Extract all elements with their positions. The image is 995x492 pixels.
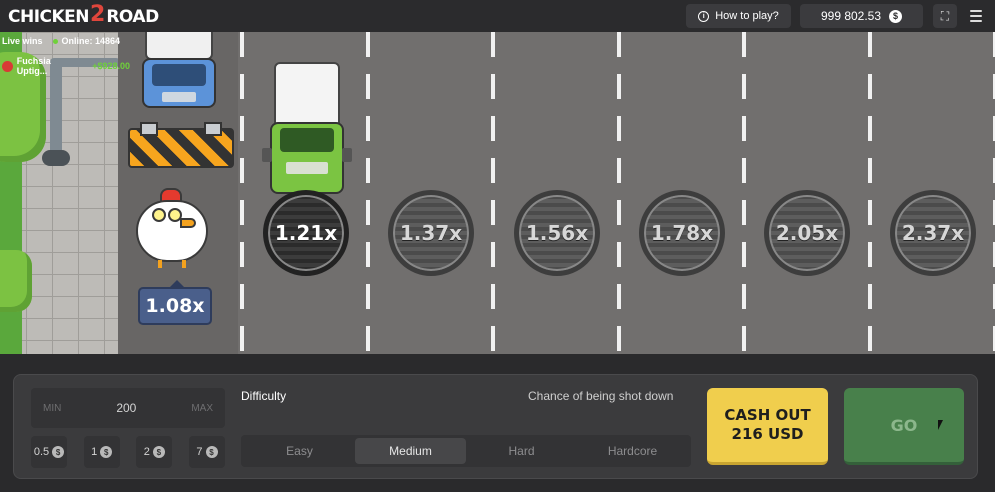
fullscreen-button[interactable]: ⛶ bbox=[933, 4, 957, 28]
logo-word-chicken: CHICKEN bbox=[8, 7, 90, 27]
step-multiplier: 1.78x bbox=[650, 221, 714, 245]
bet-value[interactable]: 200 bbox=[116, 401, 136, 415]
step-multiplier: 1.37x bbox=[399, 221, 463, 245]
game-app: CHICKEN 2 ROAD i How to play? 999 802.53… bbox=[0, 0, 995, 492]
quick-bet-chips: 0.5 $ 1 $ 2 $ 7 $ bbox=[31, 436, 225, 468]
fullscreen-icon: ⛶ bbox=[940, 8, 950, 23]
how-to-play-button[interactable]: i How to play? bbox=[686, 4, 791, 28]
logo-word-road: ROAD bbox=[106, 7, 159, 27]
latest-win-player: Fuchsia Uptig... bbox=[16, 56, 51, 76]
road-barrier-icon bbox=[128, 122, 234, 168]
manhole-step[interactable]: 1.78x bbox=[639, 190, 725, 276]
chicken-player-icon bbox=[134, 186, 212, 270]
manhole-step[interactable]: 1.21x bbox=[263, 190, 349, 276]
live-wins-label: Live wins bbox=[2, 36, 43, 46]
difficulty-hard[interactable]: Hard bbox=[466, 438, 577, 464]
lane-divider bbox=[366, 32, 370, 354]
game-logo: CHICKEN 2 ROAD bbox=[8, 1, 159, 29]
chance-label: Chance of being shot down bbox=[528, 389, 674, 403]
hamburger-menu-button[interactable] bbox=[966, 6, 986, 26]
menu-icon-bar bbox=[970, 10, 982, 12]
info-icon: i bbox=[698, 10, 710, 22]
latest-win-amount: +$928.00 bbox=[92, 61, 130, 71]
green-truck-icon bbox=[262, 62, 352, 204]
quick-bet-chip[interactable]: 7 $ bbox=[188, 436, 225, 468]
balance-display: 999 802.53 $ bbox=[800, 4, 923, 28]
step-multiplier: 2.37x bbox=[901, 221, 965, 245]
lane-divider bbox=[491, 32, 495, 354]
difficulty-medium[interactable]: Medium bbox=[355, 438, 466, 464]
lane-divider bbox=[868, 32, 872, 354]
step-multiplier: 1.56x bbox=[525, 221, 589, 245]
control-panel: MIN 200 MAX 0.5 $ 1 $ 2 $ 7 $ Difficulty Cha… bbox=[13, 374, 978, 479]
step-multiplier: 1.21x bbox=[274, 221, 338, 245]
dollar-coin-icon: $ bbox=[889, 9, 903, 23]
manhole-step[interactable]: 1.37x bbox=[388, 190, 474, 276]
balance-value: 999 802.53 bbox=[820, 9, 882, 23]
logo-number: 2 bbox=[90, 1, 106, 27]
menu-icon-bar bbox=[970, 20, 982, 22]
chip-value: 2 bbox=[143, 446, 150, 458]
manhole-step[interactable]: 2.37x bbox=[890, 190, 976, 276]
difficulty-easy[interactable]: Easy bbox=[244, 438, 355, 464]
dollar-coin-icon: $ bbox=[205, 446, 218, 458]
bet-amount-input[interactable]: MIN 200 MAX bbox=[31, 388, 225, 428]
mouse-cursor-icon bbox=[938, 420, 943, 430]
lamp-base bbox=[42, 150, 70, 166]
lane-divider bbox=[617, 32, 621, 354]
min-bet-button[interactable]: MIN bbox=[43, 403, 61, 414]
quick-bet-chip[interactable]: 0.5 $ bbox=[31, 436, 67, 468]
max-bet-button[interactable]: MAX bbox=[191, 403, 213, 414]
difficulty-label: Difficulty bbox=[241, 389, 287, 403]
top-bar: CHICKEN 2 ROAD i How to play? 999 802.53… bbox=[0, 0, 995, 32]
quick-bet-chip[interactable]: 1 $ bbox=[83, 436, 120, 468]
go-button[interactable]: GO bbox=[844, 388, 964, 465]
chip-value: 1 bbox=[91, 446, 98, 458]
cash-out-label: CASH OUT bbox=[724, 406, 811, 424]
step-multiplier: 2.05x bbox=[775, 221, 839, 245]
menu-icon-bar bbox=[970, 15, 982, 17]
dollar-coin-icon: $ bbox=[152, 446, 165, 458]
cash-out-amount: 216 USD bbox=[731, 425, 804, 443]
bush-icon bbox=[0, 250, 32, 312]
quick-bet-chip[interactable]: 2 $ bbox=[136, 436, 173, 468]
blue-truck-icon bbox=[142, 32, 216, 118]
dollar-coin-icon: $ bbox=[100, 446, 113, 458]
difficulty-hardcore[interactable]: Hardcore bbox=[577, 438, 688, 464]
manhole-step[interactable]: 1.56x bbox=[514, 190, 600, 276]
go-label: GO bbox=[890, 415, 918, 435]
online-count: Online: 14864 bbox=[52, 36, 121, 46]
chip-value: 0.5 bbox=[33, 446, 50, 458]
dollar-coin-icon: $ bbox=[52, 446, 65, 458]
manhole-step[interactable]: 2.05x bbox=[764, 190, 850, 276]
road-scene: 1.08x 1.21x 1.37x 1.56x 1.78x 2.05x 2.37… bbox=[0, 32, 995, 354]
online-dot-icon bbox=[52, 39, 58, 45]
cash-out-button[interactable]: CASH OUT 216 USD bbox=[707, 388, 828, 465]
online-count-text: Online: 14864 bbox=[61, 36, 121, 46]
lane-divider bbox=[742, 32, 746, 354]
difficulty-selector: Easy Medium Hard Hardcore bbox=[241, 435, 691, 467]
how-to-play-label: How to play? bbox=[715, 10, 779, 22]
lane-divider bbox=[240, 32, 244, 354]
chip-value: 7 bbox=[196, 446, 203, 458]
player-avatar-icon bbox=[2, 60, 13, 72]
current-multiplier-badge: 1.08x bbox=[138, 280, 212, 325]
live-wins-ticker: Live wins Online: 14864 Fuchsia Uptig...… bbox=[0, 32, 130, 76]
